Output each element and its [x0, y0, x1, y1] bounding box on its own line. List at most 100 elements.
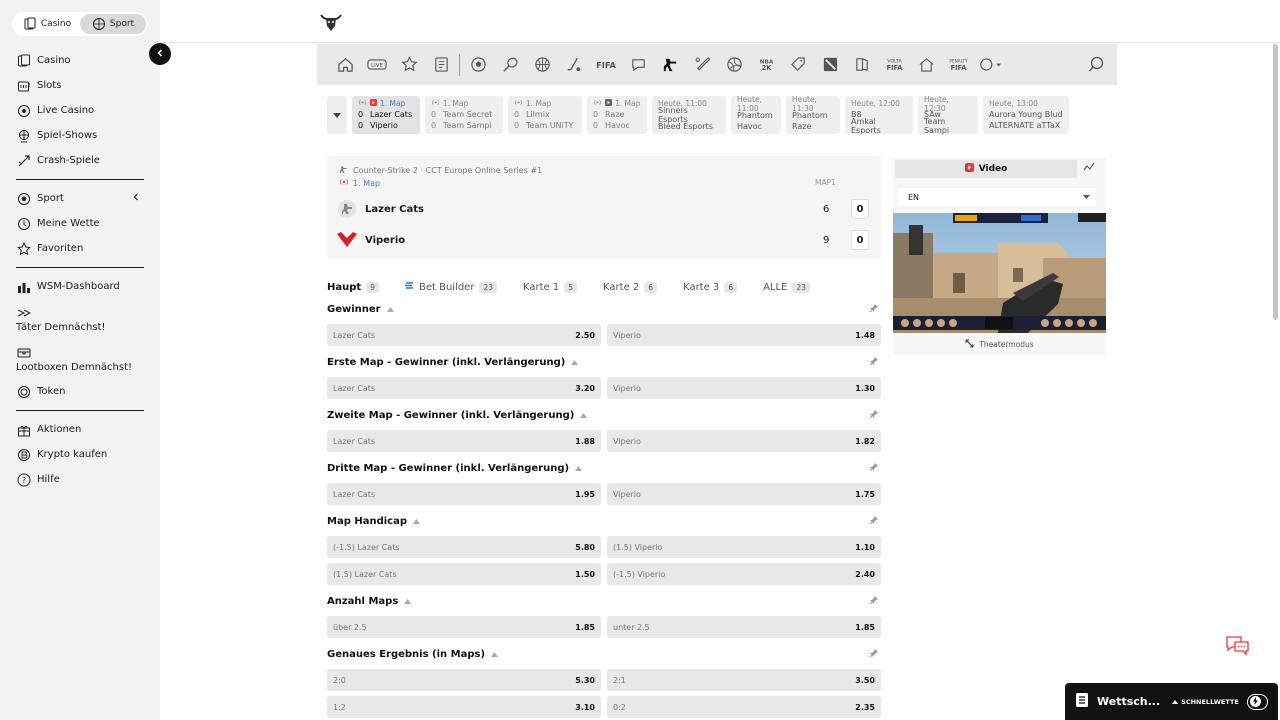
volta-fifa-icon[interactable]: VOLTA FIFA [878, 49, 910, 81]
sidebar-item-crypto[interactable]: Krypto kaufen [16, 442, 144, 467]
stats-chart-icon[interactable] [1083, 162, 1095, 175]
tag-icon[interactable] [782, 49, 814, 81]
language-select[interactable]: EN [898, 188, 1096, 206]
odds-button[interactable]: (-1.5) Viperio 2.40 [607, 563, 881, 585]
match-card[interactable]: Heute, 11:00 Sinners Esports Bleed Esports [652, 96, 726, 134]
odds-button[interactable]: (1.5) Viperio 1.10 [607, 536, 881, 558]
house-cup-icon[interactable] [910, 49, 942, 81]
odds-button[interactable]: Viperio 1.82 [607, 430, 881, 452]
chevron-left-icon[interactable] [132, 193, 140, 204]
pin-icon[interactable] [869, 595, 879, 608]
chat-support-icon[interactable] [1225, 634, 1251, 661]
sidebar-item-help[interactable]: ? Hilfe [16, 467, 144, 492]
match-card[interactable]: Heute, 12:00 B8 Amkal Esports [845, 96, 913, 135]
odds-button[interactable]: Lazer Cats 1.95 [327, 483, 601, 505]
more-sports-icon[interactable] [974, 49, 1006, 81]
football-icon[interactable] [462, 49, 494, 81]
sidebar-item-lootboxen[interactable]: Lootboxen Demnächst! [16, 339, 144, 379]
odds-button[interactable]: Lazer Cats 2.50 [327, 324, 601, 346]
star-icon[interactable] [393, 49, 425, 81]
chat-bubble-sport-icon[interactable] [622, 49, 654, 81]
tab-bet-builder[interactable]: Bet Builder 23 [404, 281, 497, 293]
odds-button[interactable]: 1:2 3.10 [327, 696, 601, 718]
sidebar-item-crash-games[interactable]: Crash-Spiele [16, 148, 144, 173]
sidebar-item-sport[interactable]: Sport [16, 186, 144, 211]
tab-haupt[interactable]: Haupt 9 [327, 281, 379, 293]
odds-button[interactable]: 2:1 3.50 [607, 669, 881, 691]
odds-button[interactable]: (1.5) Lazer Cats 1.50 [327, 563, 601, 585]
caret-up-icon[interactable] [571, 357, 579, 368]
sidebar-item-token[interactable]: Token [16, 379, 144, 404]
live-icon[interactable]: LIVE [361, 49, 393, 81]
odds-button[interactable]: Viperio 1.48 [607, 324, 881, 346]
market-title[interactable]: Gewinner [327, 300, 881, 318]
odds-button[interactable]: 2:0 5.30 [327, 669, 601, 691]
market-title[interactable]: Map Handicap [327, 512, 881, 530]
sidebar-collapse-button[interactable] [149, 43, 171, 65]
basketball-icon[interactable] [526, 49, 558, 81]
match-card[interactable]: 1. Map 0 Raze 0 Havoc [587, 96, 647, 134]
pin-icon[interactable] [869, 462, 879, 475]
tab-karte-3[interactable]: Karte 3 6 [683, 281, 738, 293]
cards-stack-icon[interactable] [846, 49, 878, 81]
odds-button[interactable]: (-1.5) Lazer Cats 5.80 [327, 536, 601, 558]
caret-up-icon[interactable] [404, 596, 412, 607]
odds-button[interactable]: 0:2 2.35 [607, 696, 881, 718]
nba2k-icon[interactable]: NBA 2K [750, 49, 782, 81]
sidebar-item-my-bets[interactable]: Meine Wette [16, 211, 144, 236]
casino-switch-option[interactable]: Casino [14, 14, 80, 34]
volleyball-icon[interactable] [718, 49, 750, 81]
sidebar-item-game-shows[interactable]: Spiel-Shows [16, 123, 144, 148]
caret-up-icon[interactable] [491, 649, 499, 660]
video-tab[interactable]: Video [895, 160, 1077, 178]
quick-bet-toggle[interactable] [1246, 693, 1268, 710]
tab-alle[interactable]: ALLE 23 [763, 281, 810, 293]
video-stream-frame[interactable] [893, 213, 1106, 333]
match-card[interactable]: 1. Map 0 Lilmix 0 Team UNiTY [508, 96, 582, 134]
cricket-icon[interactable] [686, 49, 718, 81]
caret-up-icon[interactable] [413, 516, 420, 527]
odds-button[interactable]: Lazer Cats 1.88 [327, 430, 601, 452]
market-title[interactable]: Zweite Map - Gewinner (inkl. Verlängerun… [327, 406, 881, 424]
match-card[interactable]: 1. Map 0 Team Secret 0 Team Sampi [425, 96, 503, 134]
odds-button[interactable]: Viperio 1.30 [607, 377, 881, 399]
pin-icon[interactable] [869, 303, 879, 316]
tab-karte-2[interactable]: Karte 2 6 [603, 281, 658, 293]
pin-icon[interactable] [869, 515, 879, 528]
odds-button[interactable]: über 2.5 1.85 [327, 616, 601, 638]
counter-strike-icon[interactable] [654, 49, 686, 81]
bull-logo-icon[interactable] [319, 10, 343, 34]
match-card[interactable]: Heute, 11:00 Phantom Havoc [731, 95, 781, 134]
sidebar-item-slots[interactable]: Slots [16, 73, 144, 98]
sidebar-item-wsm-dashboard[interactable]: WSM-Dashboard [16, 274, 144, 299]
caret-up-icon[interactable] [580, 410, 588, 421]
tennis-icon[interactable] [494, 49, 526, 81]
caret-up-icon[interactable] [575, 463, 583, 474]
betslip-list-icon[interactable] [425, 49, 457, 81]
pin-icon[interactable] [869, 648, 879, 661]
match-card[interactable]: Heute, 13:00 Aurora Young Blud ALTERNATE a… [983, 96, 1069, 134]
fifa-icon[interactable]: FIFA [590, 49, 622, 81]
pin-icon[interactable] [869, 356, 879, 369]
caret-up-icon[interactable] [386, 304, 394, 315]
theater-mode-button[interactable]: Theatermodus [893, 339, 1106, 350]
odds-button[interactable]: Viperio 1.75 [607, 483, 881, 505]
strip-toggle-button[interactable] [327, 96, 347, 134]
market-title[interactable]: Genaues Ergebnis (in Maps) [327, 645, 881, 663]
hockey-icon[interactable] [558, 49, 590, 81]
sidebar-item-aktionen[interactable]: Aktionen [16, 417, 144, 442]
sidebar-item-live-casino[interactable]: Live Casino [16, 98, 144, 123]
sport-switch-option[interactable]: Sport [80, 14, 146, 34]
search-icon[interactable] [1088, 56, 1105, 76]
dota-icon[interactable] [814, 49, 846, 81]
pin-icon[interactable] [869, 409, 879, 422]
match-card[interactable]: Heute, 11:30 Phantom Raze [786, 95, 840, 134]
home-icon[interactable] [329, 49, 361, 81]
market-title[interactable]: Anzahl Maps [327, 592, 881, 610]
penalty-fifa-icon[interactable]: PENALTY FIFA [942, 49, 974, 81]
market-title[interactable]: Erste Map - Gewinner (inkl. Verlängerung… [327, 353, 881, 371]
match-card[interactable]: 1. Map 0 Lazer Cats 0 Viperio [352, 96, 420, 134]
match-card[interactable]: Heute, 12:30 SAw Team Sampi [918, 95, 978, 135]
market-title[interactable]: Dritte Map - Gewinner (inkl. Verlängerun… [327, 459, 881, 477]
odds-button[interactable]: unter 2.5 1.85 [607, 616, 881, 638]
